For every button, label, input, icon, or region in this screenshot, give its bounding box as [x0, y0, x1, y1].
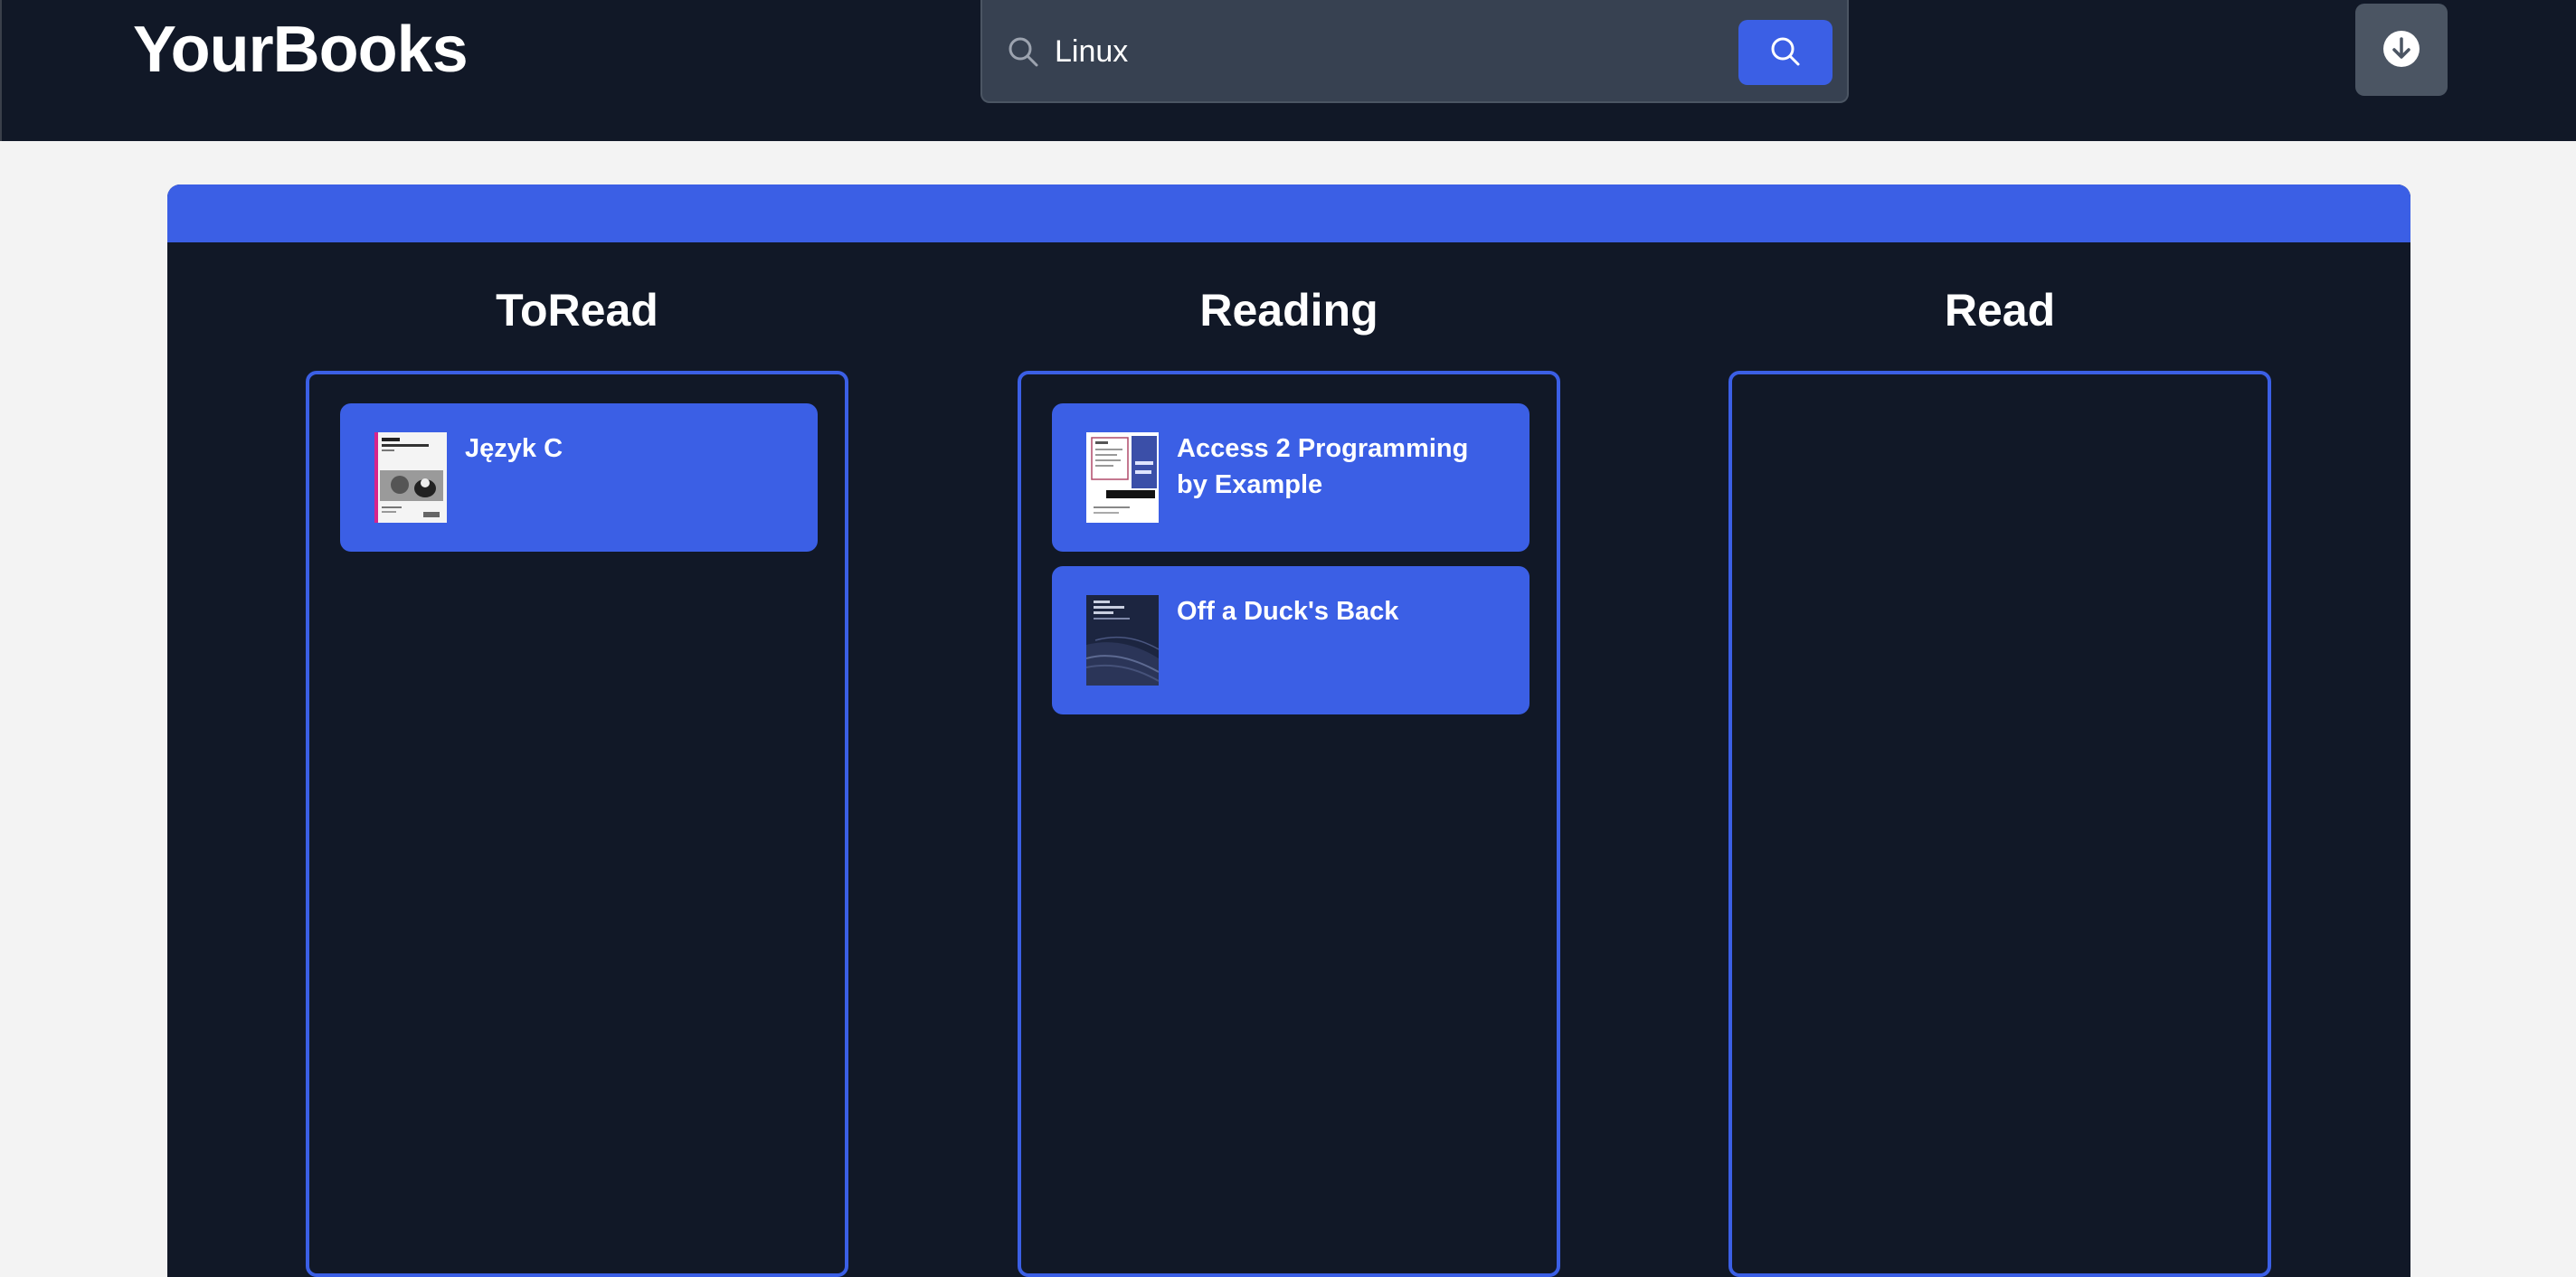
book-card[interactable]: Język C: [340, 403, 818, 552]
search-icon: [1767, 33, 1804, 72]
column-title-read: Read: [1944, 285, 2056, 336]
kanban-board: ToRead Język C Reading Access 2 Programm…: [167, 184, 2410, 1277]
book-cover-image: [374, 432, 447, 523]
column-toread[interactable]: Język C: [306, 371, 848, 1277]
book-title: Access 2 Programming by Example: [1177, 434, 1469, 499]
search-input[interactable]: [1055, 20, 1778, 83]
search-button[interactable]: [1738, 20, 1833, 85]
top-bar: YourBooks: [0, 0, 2576, 141]
search-bar: [980, 0, 1849, 103]
download-button[interactable]: [2355, 4, 2448, 96]
book-title: Off a Duck's Back: [1177, 597, 1399, 626]
book-cover-image: [1086, 595, 1159, 686]
book-card[interactable]: Access 2 Programming by Example: [1052, 403, 1530, 552]
column-reading[interactable]: Access 2 Programming by Example Off a Du…: [1018, 371, 1560, 1277]
book-card[interactable]: Off a Duck's Back: [1052, 566, 1530, 714]
book-cover-image: [1086, 432, 1159, 523]
column-read[interactable]: [1728, 371, 2271, 1277]
board-header-bar: [167, 184, 2410, 242]
book-title: Język C: [465, 434, 564, 463]
download-arrow-icon: [2382, 29, 2421, 71]
app-logo[interactable]: YourBooks: [133, 13, 469, 87]
column-title-toread: ToRead: [496, 285, 658, 336]
search-icon: [1006, 34, 1042, 71]
column-title-reading: Reading: [1199, 285, 1378, 336]
